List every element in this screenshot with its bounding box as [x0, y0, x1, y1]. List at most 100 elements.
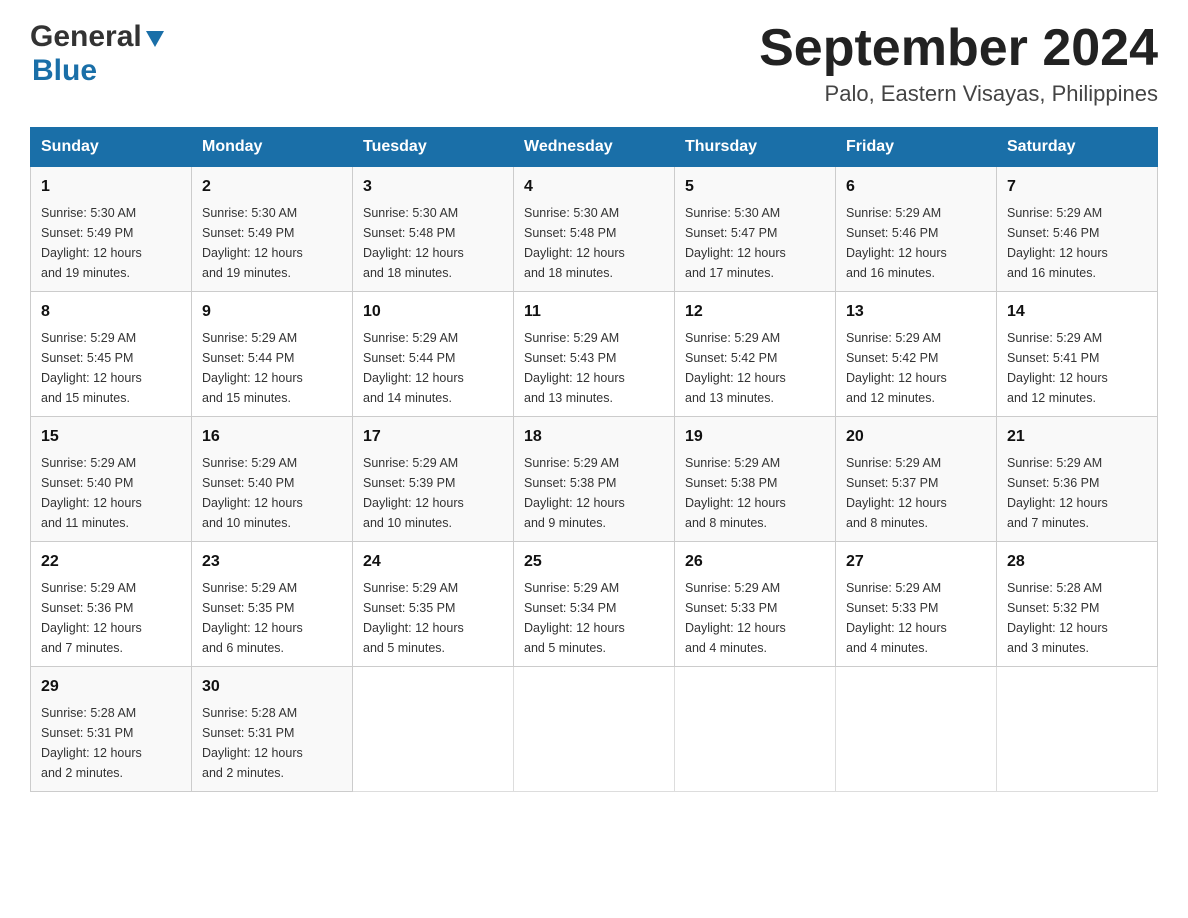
day-info: Sunrise: 5:29 AMSunset: 5:38 PMDaylight:…	[524, 453, 664, 533]
calendar-cell	[997, 667, 1158, 792]
calendar-cell: 15 Sunrise: 5:29 AMSunset: 5:40 PMDayligh…	[31, 417, 192, 542]
calendar-cell: 11Sunrise: 5:29 AMSunset: 5:43 PMDayligh…	[514, 292, 675, 417]
calendar-cell: 5Sunrise: 5:30 AMSunset: 5:47 PMDaylight…	[675, 167, 836, 292]
day-number: 20	[846, 425, 986, 449]
col-header-sunday: Sunday	[31, 128, 192, 167]
day-info: Sunrise: 5:30 AMSunset: 5:48 PMDaylight:…	[524, 203, 664, 283]
day-info: Sunrise: 5:30 AMSunset: 5:47 PMDaylight:…	[685, 203, 825, 283]
day-info: Sunrise: 5:29 AMSunset: 5:37 PMDaylight:…	[846, 453, 986, 533]
day-number: 12	[685, 300, 825, 324]
calendar-cell: 10 Sunrise: 5:29 AMSunset: 5:44 PMDayligh…	[353, 292, 514, 417]
calendar-cell: 6Sunrise: 5:29 AMSunset: 5:46 PMDaylight…	[836, 167, 997, 292]
day-number: 1	[41, 175, 181, 199]
calendar-cell: 4 Sunrise: 5:30 AMSunset: 5:48 PMDaylight…	[514, 167, 675, 292]
calendar-cell: 29 Sunrise: 5:28 AMSunset: 5:31 PMDayligh…	[31, 667, 192, 792]
col-header-saturday: Saturday	[997, 128, 1158, 167]
calendar-week-row: 1 Sunrise: 5:30 AMSunset: 5:49 PMDaylight…	[31, 167, 1158, 292]
calendar-cell: 23 Sunrise: 5:29 AMSunset: 5:35 PMDayligh…	[192, 542, 353, 667]
day-info: Sunrise: 5:29 AMSunset: 5:35 PMDaylight:…	[202, 578, 342, 658]
day-info: Sunrise: 5:30 AMSunset: 5:49 PMDaylight:…	[41, 203, 181, 283]
calendar-cell: 27Sunrise: 5:29 AMSunset: 5:33 PMDayligh…	[836, 542, 997, 667]
calendar-cell	[675, 667, 836, 792]
calendar-cell: 1 Sunrise: 5:30 AMSunset: 5:49 PMDaylight…	[31, 167, 192, 292]
calendar-cell	[353, 667, 514, 792]
calendar-header-row: SundayMondayTuesdayWednesdayThursdayFrid…	[31, 128, 1158, 167]
day-info: Sunrise: 5:29 AMSunset: 5:35 PMDaylight:…	[363, 578, 503, 658]
day-number: 16	[202, 425, 342, 449]
day-info: Sunrise: 5:29 AMSunset: 5:40 PMDaylight:…	[202, 453, 342, 533]
day-number: 19	[685, 425, 825, 449]
day-info: Sunrise: 5:29 AMSunset: 5:42 PMDaylight:…	[685, 328, 825, 408]
calendar-cell	[514, 667, 675, 792]
day-info: Sunrise: 5:28 AMSunset: 5:31 PMDaylight:…	[41, 703, 181, 783]
day-number: 29	[41, 675, 181, 699]
page-header: General Blue September 2024 Palo, Easter…	[30, 20, 1158, 107]
day-info: Sunrise: 5:29 AMSunset: 5:38 PMDaylight:…	[685, 453, 825, 533]
day-number: 9	[202, 300, 342, 324]
calendar-table: SundayMondayTuesdayWednesdayThursdayFrid…	[30, 127, 1158, 792]
calendar-subtitle: Palo, Eastern Visayas, Philippines	[759, 81, 1158, 107]
col-header-thursday: Thursday	[675, 128, 836, 167]
day-info: Sunrise: 5:28 AMSunset: 5:32 PMDaylight:…	[1007, 578, 1147, 658]
day-number: 11	[524, 300, 664, 324]
day-number: 10	[363, 300, 503, 324]
day-info: Sunrise: 5:29 AMSunset: 5:44 PMDaylight:…	[363, 328, 503, 408]
day-info: Sunrise: 5:30 AMSunset: 5:48 PMDaylight:…	[363, 203, 503, 283]
day-number: 23	[202, 550, 342, 574]
day-info: Sunrise: 5:29 AMSunset: 5:36 PMDaylight:…	[41, 578, 181, 658]
calendar-cell: 19 Sunrise: 5:29 AMSunset: 5:38 PMDayligh…	[675, 417, 836, 542]
logo-arrow-icon	[144, 27, 166, 49]
calendar-cell: 30Sunrise: 5:28 AMSunset: 5:31 PMDayligh…	[192, 667, 353, 792]
col-header-monday: Monday	[192, 128, 353, 167]
calendar-cell: 3 Sunrise: 5:30 AMSunset: 5:48 PMDaylight…	[353, 167, 514, 292]
day-info: Sunrise: 5:29 AMSunset: 5:46 PMDaylight:…	[1007, 203, 1147, 283]
calendar-cell: 8 Sunrise: 5:29 AMSunset: 5:45 PMDaylight…	[31, 292, 192, 417]
calendar-cell: 12 Sunrise: 5:29 AMSunset: 5:42 PMDayligh…	[675, 292, 836, 417]
day-number: 8	[41, 300, 181, 324]
logo: General Blue	[30, 20, 166, 88]
day-number: 3	[363, 175, 503, 199]
calendar-week-row: 29 Sunrise: 5:28 AMSunset: 5:31 PMDayligh…	[31, 667, 1158, 792]
logo-general-text: General	[30, 20, 142, 54]
calendar-cell: 2 Sunrise: 5:30 AMSunset: 5:49 PMDaylight…	[192, 167, 353, 292]
day-info: Sunrise: 5:29 AMSunset: 5:40 PMDaylight:…	[41, 453, 181, 533]
calendar-cell: 28 Sunrise: 5:28 AMSunset: 5:32 PMDayligh…	[997, 542, 1158, 667]
day-number: 4	[524, 175, 664, 199]
day-number: 25	[524, 550, 664, 574]
day-info: Sunrise: 5:30 AMSunset: 5:49 PMDaylight:…	[202, 203, 342, 283]
day-number: 17	[363, 425, 503, 449]
calendar-cell: 9 Sunrise: 5:29 AMSunset: 5:44 PMDaylight…	[192, 292, 353, 417]
day-number: 26	[685, 550, 825, 574]
calendar-cell: 14Sunrise: 5:29 AMSunset: 5:41 PMDayligh…	[997, 292, 1158, 417]
calendar-cell: 26 Sunrise: 5:29 AMSunset: 5:33 PMDayligh…	[675, 542, 836, 667]
calendar-cell: 17 Sunrise: 5:29 AMSunset: 5:39 PMDayligh…	[353, 417, 514, 542]
day-info: Sunrise: 5:29 AMSunset: 5:39 PMDaylight:…	[363, 453, 503, 533]
day-info: Sunrise: 5:29 AMSunset: 5:46 PMDaylight:…	[846, 203, 986, 283]
day-number: 24	[363, 550, 503, 574]
calendar-cell: 22 Sunrise: 5:29 AMSunset: 5:36 PMDayligh…	[31, 542, 192, 667]
calendar-week-row: 15 Sunrise: 5:29 AMSunset: 5:40 PMDayligh…	[31, 417, 1158, 542]
day-number: 13	[846, 300, 986, 324]
calendar-cell: 21Sunrise: 5:29 AMSunset: 5:36 PMDayligh…	[997, 417, 1158, 542]
col-header-tuesday: Tuesday	[353, 128, 514, 167]
calendar-cell: 24 Sunrise: 5:29 AMSunset: 5:35 PMDayligh…	[353, 542, 514, 667]
day-info: Sunrise: 5:29 AMSunset: 5:45 PMDaylight:…	[41, 328, 181, 408]
calendar-week-row: 22 Sunrise: 5:29 AMSunset: 5:36 PMDayligh…	[31, 542, 1158, 667]
calendar-cell: 18Sunrise: 5:29 AMSunset: 5:38 PMDayligh…	[514, 417, 675, 542]
day-number: 28	[1007, 550, 1147, 574]
day-info: Sunrise: 5:29 AMSunset: 5:42 PMDaylight:…	[846, 328, 986, 408]
day-number: 14	[1007, 300, 1147, 324]
calendar-week-row: 8 Sunrise: 5:29 AMSunset: 5:45 PMDaylight…	[31, 292, 1158, 417]
day-number: 22	[41, 550, 181, 574]
day-info: Sunrise: 5:29 AMSunset: 5:36 PMDaylight:…	[1007, 453, 1147, 533]
day-number: 27	[846, 550, 986, 574]
calendar-cell: 7 Sunrise: 5:29 AMSunset: 5:46 PMDaylight…	[997, 167, 1158, 292]
logo-blue-text: Blue	[32, 54, 97, 88]
day-number: 15	[41, 425, 181, 449]
col-header-friday: Friday	[836, 128, 997, 167]
day-info: Sunrise: 5:29 AMSunset: 5:33 PMDaylight:…	[685, 578, 825, 658]
calendar-title: September 2024	[759, 20, 1158, 77]
day-number: 2	[202, 175, 342, 199]
day-number: 7	[1007, 175, 1147, 199]
day-info: Sunrise: 5:29 AMSunset: 5:44 PMDaylight:…	[202, 328, 342, 408]
